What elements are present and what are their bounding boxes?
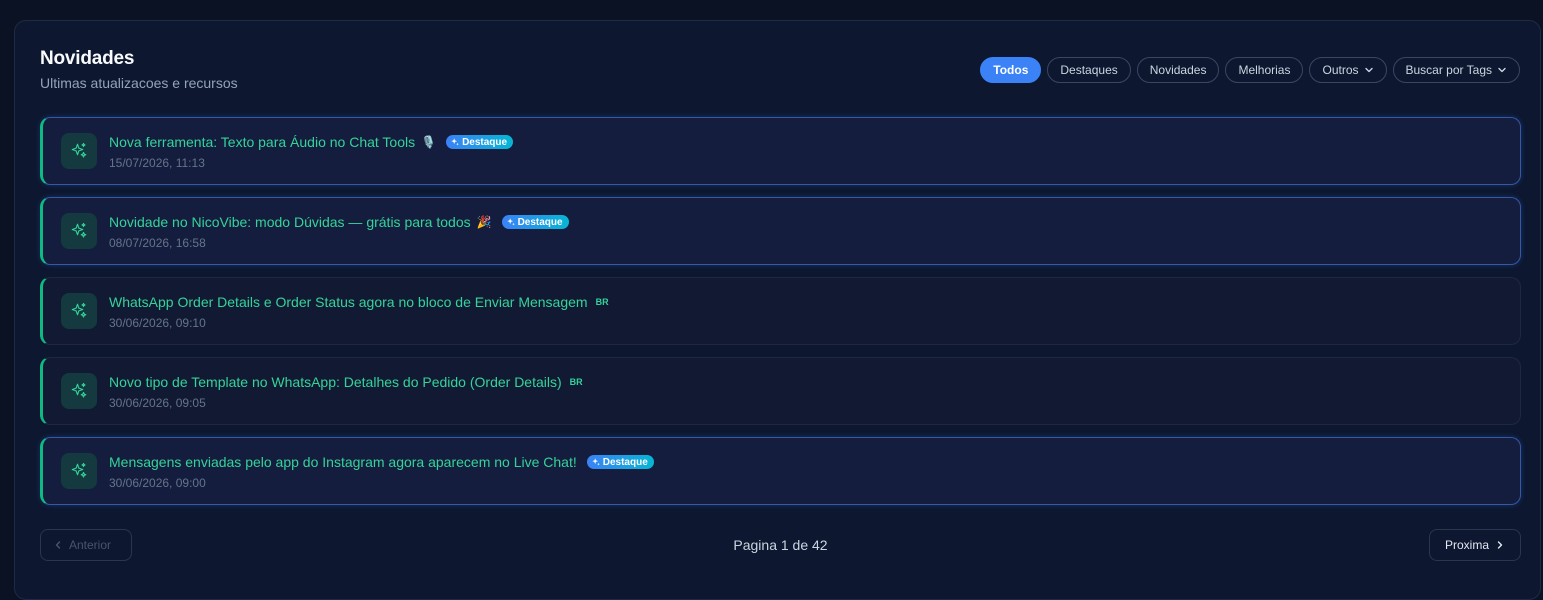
filter-tags-dropdown[interactable]: Buscar por Tags xyxy=(1392,57,1520,83)
filter-label: Melhorias xyxy=(1238,63,1291,77)
next-page-button[interactable]: Proxima xyxy=(1429,529,1521,561)
sparkles-icon xyxy=(592,458,600,466)
news-item-title[interactable]: WhatsApp Order Details e Order Status ag… xyxy=(109,294,588,310)
news-item-date: 30/06/2026, 09:00 xyxy=(109,476,206,490)
language-tag: BR xyxy=(569,377,583,387)
party-emoji: 🎉 xyxy=(476,215,492,229)
news-item-title[interactable]: Mensagens enviadas pelo app do Instagram… xyxy=(109,454,577,470)
filter-melhorias[interactable]: Melhorias xyxy=(1225,57,1304,83)
news-item-date: 30/06/2026, 09:05 xyxy=(109,396,206,410)
filter-label: Outros xyxy=(1322,63,1359,77)
page-header: Novidades Ultimas atualizacoes e recurso… xyxy=(40,47,238,91)
sparkles-icon xyxy=(61,293,97,329)
featured-badge: Destaque xyxy=(446,135,514,149)
next-page-label: Proxima xyxy=(1444,538,1489,552)
news-item[interactable]: WhatsApp Order Details e Order Status ag… xyxy=(40,277,1521,345)
sparkles-icon xyxy=(61,453,97,489)
news-item-title[interactable]: Novidade no NicoVibe: modo Dúvidas — grá… xyxy=(109,214,471,230)
badge-label: Destaque xyxy=(602,456,648,468)
page-title: Novidades xyxy=(40,48,135,69)
news-item-date: 15/07/2026, 11:13 xyxy=(109,156,205,170)
chevron-down-icon xyxy=(1498,67,1506,73)
filter-novidades[interactable]: Novidades xyxy=(1136,57,1220,83)
sparkles-icon xyxy=(506,218,515,226)
chevron-down-icon xyxy=(1364,67,1373,73)
news-item-date: 08/07/2026, 16:58 xyxy=(109,236,206,250)
badge-label: Destaque xyxy=(462,136,508,148)
news-panel: Novidades Ultimas atualizacoes e recurso… xyxy=(14,20,1541,600)
sparkles-icon xyxy=(61,373,97,409)
sparkles-icon xyxy=(61,213,97,249)
page-subtitle: Ultimas atualizacoes e recursos xyxy=(40,75,238,91)
sparkles-icon xyxy=(451,138,459,146)
badge-label: Destaque xyxy=(517,216,563,228)
news-item-title[interactable]: Nova ferramenta: Texto para Áudio no Cha… xyxy=(109,134,415,150)
filter-bar: Todos Destaques Novidades Melhorias Outr… xyxy=(980,57,1520,83)
news-item-title[interactable]: Novo tipo de Template no WhatsApp: Detal… xyxy=(109,374,562,390)
featured-badge: Destaque xyxy=(501,215,569,229)
filter-label: Buscar por Tags xyxy=(1405,63,1493,77)
chevron-right-icon xyxy=(1497,541,1503,549)
news-item-date: 30/06/2026, 09:10 xyxy=(109,316,206,330)
filter-label: Todos xyxy=(993,63,1029,77)
filter-outros-dropdown[interactable]: Outros xyxy=(1309,57,1387,83)
page-indicator: Pagina 1 de 42 xyxy=(733,537,828,553)
filter-destaques[interactable]: Destaques xyxy=(1047,57,1131,83)
news-item[interactable]: Mensagens enviadas pelo app do Instagram… xyxy=(40,437,1521,505)
filter-label: Novidades xyxy=(1149,63,1207,77)
news-list: Nova ferramenta: Texto para Áudio no Cha… xyxy=(40,117,1521,517)
news-item[interactable]: Novo tipo de Template no WhatsApp: Detal… xyxy=(40,357,1521,425)
sparkles-icon xyxy=(61,133,97,169)
pagination: Anterior Pagina 1 de 42 Proxima xyxy=(40,529,1521,561)
featured-badge: Destaque xyxy=(586,455,654,469)
filter-todos[interactable]: Todos xyxy=(980,57,1042,83)
microphone-emoji: 🎙️ xyxy=(421,135,437,149)
language-tag: BR xyxy=(595,297,609,307)
news-item[interactable]: Nova ferramenta: Texto para Áudio no Cha… xyxy=(40,117,1521,185)
news-item[interactable]: Novidade no NicoVibe: modo Dúvidas — grá… xyxy=(40,197,1521,265)
filter-label: Destaques xyxy=(1060,63,1118,77)
